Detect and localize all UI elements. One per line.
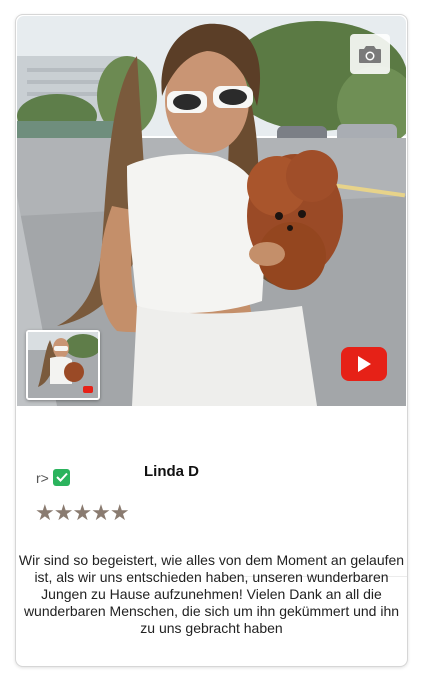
review-card: r> Linda D ★★★★★ Wir sind so begeistert,… bbox=[15, 14, 408, 667]
play-icon bbox=[356, 355, 372, 373]
video-thumbnail[interactable] bbox=[26, 330, 100, 400]
play-button[interactable] bbox=[341, 347, 387, 381]
camera-button[interactable] bbox=[350, 34, 390, 74]
review-photo[interactable] bbox=[17, 16, 406, 406]
verified-badge bbox=[53, 469, 70, 486]
camera-icon bbox=[358, 44, 382, 64]
review-text: Wir sind so begeistert, wie alles von de… bbox=[18, 552, 405, 636]
star-rating: ★★★★★ bbox=[35, 500, 130, 525]
check-icon bbox=[55, 469, 68, 487]
prefix-text: r> bbox=[36, 470, 49, 486]
reviewer-name: Linda D bbox=[144, 463, 199, 480]
